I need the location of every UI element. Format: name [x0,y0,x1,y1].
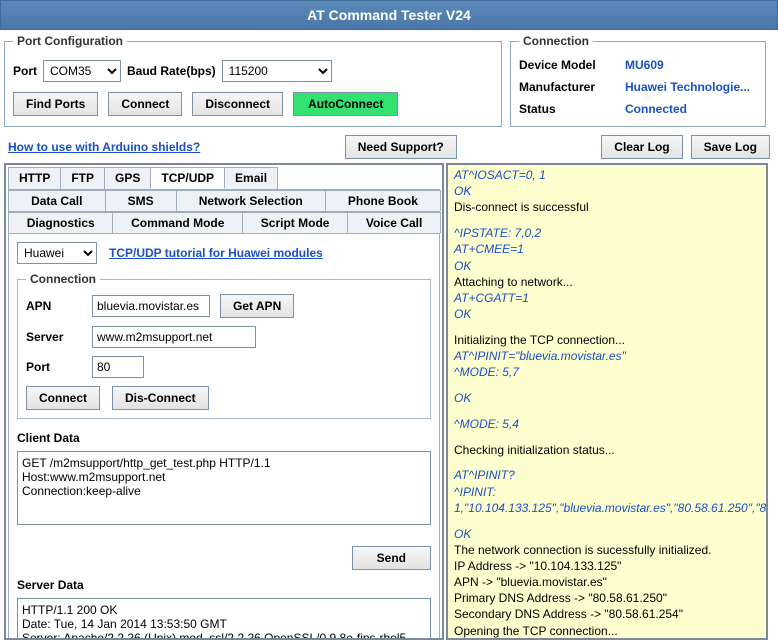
tab-content: Huawei TCP/UDP tutorial for Huawei modul… [8,234,440,640]
baud-select[interactable]: 115200 [222,60,332,82]
log-message-line: IP Address -> "10.104.133.125" [454,558,760,574]
title-bar: AT Command Tester V24 [0,0,778,30]
send-button[interactable]: Send [352,546,431,570]
tab-http[interactable]: HTTP [8,167,61,189]
log-command-line: OK [454,258,760,274]
tab-command-mode[interactable]: Command Mode [112,212,243,233]
tab-sms[interactable]: SMS [105,190,177,211]
need-support-button[interactable]: Need Support? [345,135,457,159]
log-command-line: ^IPSTATE: 7,0,2 [454,225,760,241]
log-message-line: Initializing the TCP connection... [454,332,760,348]
apn-label: APN [26,299,82,313]
tab-diagnostics[interactable]: Diagnostics [8,212,113,233]
tab-network-selection[interactable]: Network Selection [176,190,326,211]
client-data-textarea[interactable]: GET /m2msupport/http_get_test.php HTTP/1… [17,451,431,525]
log-panel[interactable]: AT^IOSACT=0, 1OKDis-connect is successfu… [446,163,768,640]
log-message-line: Opening the TCP connection... [454,623,760,639]
server-input[interactable] [92,326,256,348]
port-select[interactable]: COM35 [43,60,121,82]
log-message-line: Dis-connect is successful [454,199,760,215]
connect-button[interactable]: Connect [108,92,182,116]
tab-phone-book[interactable]: Phone Book [325,190,441,211]
status-label: Status [519,102,619,116]
tcp-tutorial-link[interactable]: TCP/UDP tutorial for Huawei modules [109,246,323,260]
client-data-label: Client Data [17,431,431,445]
log-message-line: Primary DNS Address -> "80.58.61.250" [454,590,760,606]
tcp-disconnect-button[interactable]: Dis-Connect [112,386,209,410]
tab-data-call[interactable]: Data Call [8,190,106,211]
tcp-connection-legend: Connection [26,272,100,286]
log-command-line: OK [454,526,760,542]
tab-voice-call[interactable]: Voice Call [347,212,441,233]
log-command-line: AT^IOSACT=0, 1 [454,167,760,183]
server-data-label: Server Data [17,578,431,592]
autoconnect-button[interactable]: AutoConnect [293,92,398,116]
log-message-line: APN -> "bluevia.movistar.es" [454,574,760,590]
log-command-line: AT^IPINIT="bluevia.movistar.es" [454,348,760,364]
left-panel: HTTPFTPGPSTCP/UDPEmail Data CallSMSNetwo… [4,163,444,640]
log-command-line: ^IPINIT: 1,"10.104.133.125","bluevia.mov… [454,484,760,516]
server-data-textarea[interactable]: HTTP/1.1 200 OK Date: Tue, 14 Jan 2014 1… [17,598,431,640]
clear-log-button[interactable]: Clear Log [601,135,682,159]
tab-script-mode[interactable]: Script Mode [242,212,348,233]
baud-label: Baud Rate(bps) [127,64,216,78]
find-ports-button[interactable]: Find Ports [13,92,98,116]
manufacturer-value: Huawei Technologie... [625,80,757,94]
module-select[interactable]: Huawei [17,242,97,264]
tcp-connection-group: Connection APN Get APN Server Port Conne… [17,272,431,419]
connection-legend: Connection [519,34,593,48]
disconnect-button[interactable]: Disconnect [192,92,283,116]
connection-status-group: Connection Device Model MU609 Manufactur… [510,34,766,127]
tcp-port-input[interactable] [92,356,144,378]
log-command-line: ^MODE: 5,7 [454,364,760,380]
apn-input[interactable] [92,295,210,317]
log-message-line: Attaching to network... [454,274,760,290]
tab-gps[interactable]: GPS [104,167,151,189]
log-command-line: AT+CMEE=1 [454,241,760,257]
status-value: Connected [625,102,757,116]
log-message-line: Secondary DNS Address -> "80.58.61.254" [454,606,760,622]
server-label: Server [26,330,82,344]
tab-row-3: DiagnosticsCommand ModeScript ModeVoice … [8,212,440,234]
tcp-connect-button[interactable]: Connect [26,386,100,410]
get-apn-button[interactable]: Get APN [220,294,294,318]
port-config-legend: Port Configuration [13,34,127,48]
device-model-label: Device Model [519,58,619,72]
log-command-line: OK [454,183,760,199]
arduino-help-link[interactable]: How to use with Arduino shields? [8,140,200,154]
log-command-line: OK [454,390,760,406]
tab-row-1: HTTPFTPGPSTCP/UDPEmail [8,167,440,190]
port-label: Port [13,64,37,78]
log-command-line: AT^IPINIT? [454,467,760,483]
log-command-line: ^MODE: 5,4 [454,416,760,432]
log-message-line: The network connection is sucessfully in… [454,542,760,558]
log-command-line: OK [454,306,760,322]
tcp-port-label: Port [26,360,82,374]
tab-row-2: Data CallSMSNetwork SelectionPhone Book [8,190,440,212]
save-log-button[interactable]: Save Log [691,135,770,159]
log-message-line: Checking initialization status... [454,442,760,458]
device-model-value: MU609 [625,58,757,72]
manufacturer-label: Manufacturer [519,80,619,94]
port-config-group: Port Configuration Port COM35 Baud Rate(… [4,34,502,127]
tab-tcp-udp[interactable]: TCP/UDP [150,167,225,189]
tab-ftp[interactable]: FTP [60,167,105,189]
tab-email[interactable]: Email [224,167,278,189]
log-command-line: AT+CGATT=1 [454,290,760,306]
